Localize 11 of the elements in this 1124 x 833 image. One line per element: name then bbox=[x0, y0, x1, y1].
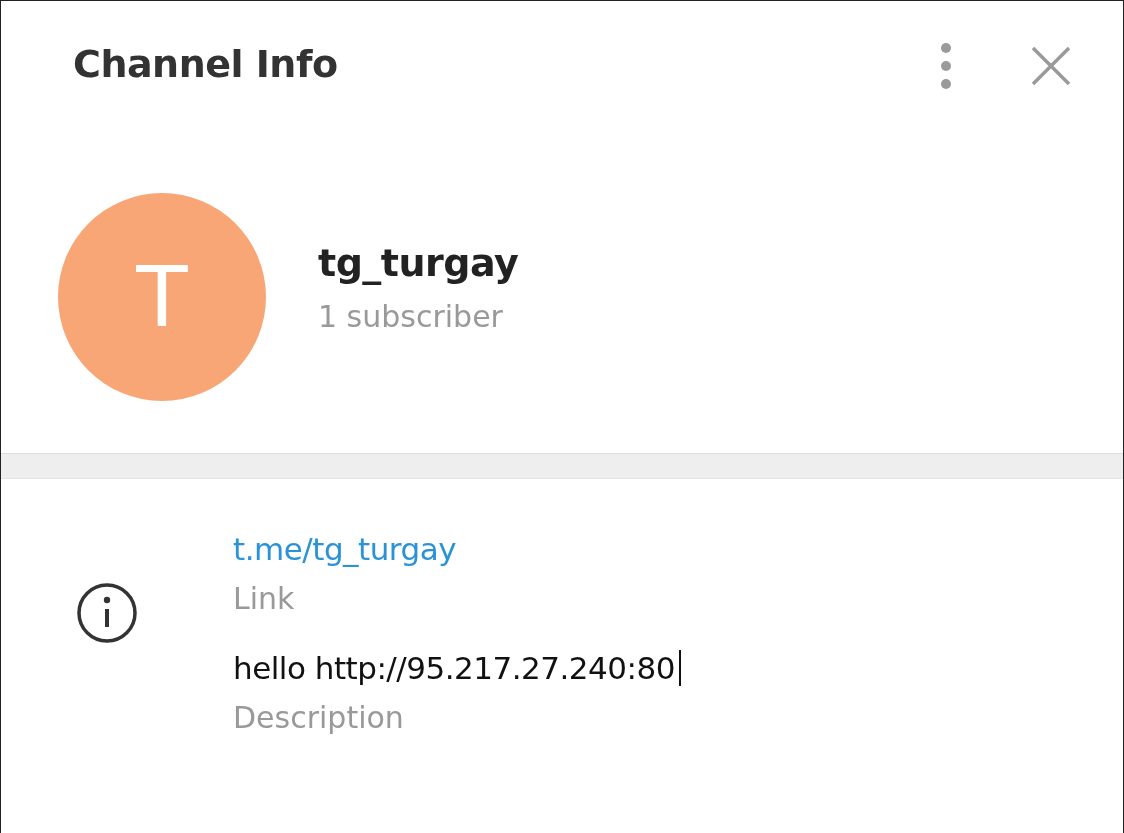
subscriber-count: 1 subscriber bbox=[318, 298, 504, 334]
panel-title: Channel Info bbox=[73, 42, 338, 86]
channel-link[interactable]: t.me/tg_turgay bbox=[233, 531, 457, 567]
more-icon[interactable] bbox=[939, 41, 953, 91]
avatar: T bbox=[58, 193, 266, 401]
field-label: Description bbox=[233, 700, 405, 735]
description-text: hello http://95.217.27.240:80 bbox=[233, 650, 675, 686]
close-icon[interactable] bbox=[1031, 46, 1071, 86]
channel-name: tg_turgay bbox=[318, 240, 519, 285]
info-icon bbox=[75, 581, 139, 645]
field-label: Link bbox=[233, 581, 296, 616]
